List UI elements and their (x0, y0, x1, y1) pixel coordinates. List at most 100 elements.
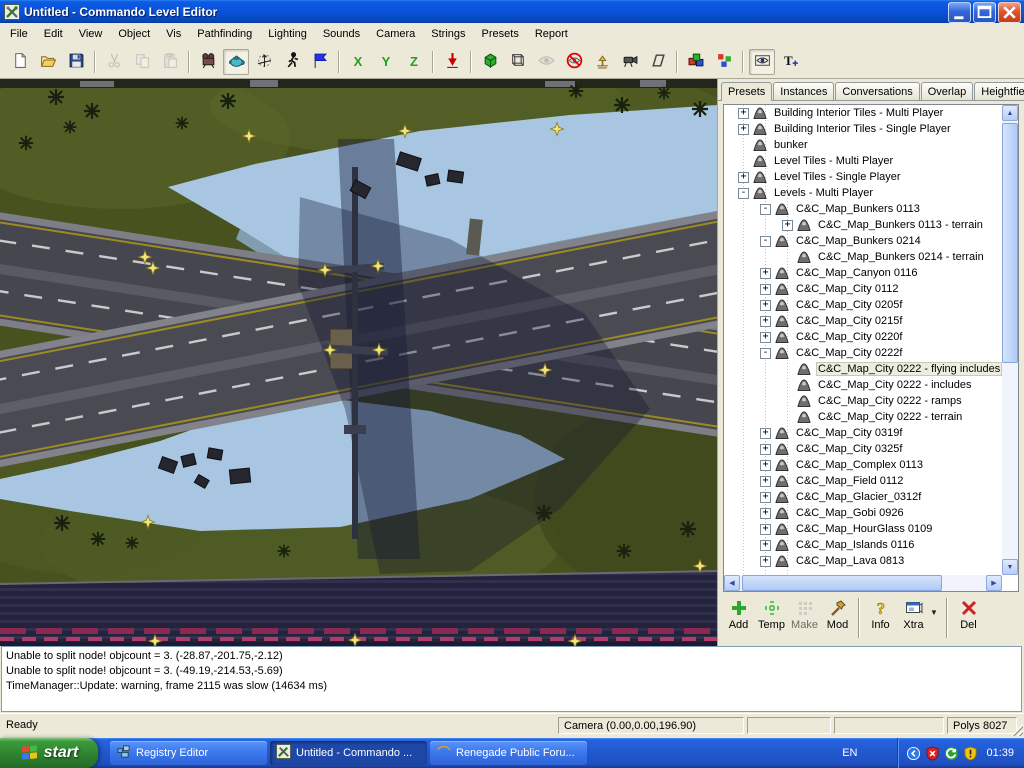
minimize-button[interactable] (948, 2, 971, 23)
raise-object-button[interactable] (589, 49, 615, 75)
tree-item[interactable]: -Levels - Multi Player (724, 185, 1002, 201)
tab-heightfield[interactable]: Heightfield (974, 82, 1024, 100)
visibility-box-button[interactable] (749, 49, 775, 75)
scroll-up-button[interactable]: ▲ (1002, 105, 1018, 121)
expander-minus[interactable]: - (738, 188, 749, 199)
expander-plus[interactable]: + (760, 268, 771, 279)
scroll-right-button[interactable]: ▶ (986, 575, 1002, 591)
expander-plus[interactable]: + (760, 524, 771, 535)
maximize-button[interactable] (973, 2, 996, 23)
menu-sounds[interactable]: Sounds (315, 24, 368, 44)
menu-report[interactable]: Report (527, 24, 576, 44)
tree-item[interactable]: Level Tiles - Multi Player (724, 153, 1002, 169)
security-alert-icon[interactable] (925, 746, 940, 761)
tree-item[interactable]: -C&C_Map_City 0222f (724, 345, 1002, 361)
scroll-left-button[interactable]: ◀ (724, 575, 740, 591)
tree-item[interactable]: +C&C_Map_Field 0112 (724, 473, 1002, 489)
tree-item[interactable]: +C&C_Map_City 0220f (724, 329, 1002, 345)
polygon-button[interactable] (645, 49, 671, 75)
xtra-button[interactable]: Xtra (897, 596, 930, 631)
temp-button[interactable]: Temp (755, 596, 788, 631)
hide-button[interactable] (561, 49, 587, 75)
xtra-dropdown-arrow[interactable]: ▼ (930, 596, 942, 617)
expander-plus[interactable]: + (760, 556, 771, 567)
tree-item[interactable]: +C&C_Map_City 0205f (724, 297, 1002, 313)
tree-item[interactable]: +Building Interior Tiles - Single Player (724, 121, 1002, 137)
text-tool-button[interactable]: T (777, 49, 803, 75)
menu-presets[interactable]: Presets (474, 24, 527, 44)
expander-plus[interactable]: + (782, 220, 793, 231)
menu-object[interactable]: Object (110, 24, 158, 44)
tree-item[interactable]: +C&C_Map_City 0325f (724, 441, 1002, 457)
tree-item[interactable]: +C&C_Map_Islands 0116 (724, 537, 1002, 553)
open-folder-button[interactable] (35, 49, 61, 75)
expander-minus[interactable]: - (760, 236, 771, 247)
mod-button[interactable]: Mod (821, 596, 854, 631)
tree-item[interactable]: +C&C_Map_City 0319f (724, 425, 1002, 441)
menu-edit[interactable]: Edit (36, 24, 71, 44)
close-button[interactable] (998, 2, 1021, 23)
title-bar[interactable]: Untitled - Commando Level Editor (0, 0, 1024, 23)
tab-overlap[interactable]: Overlap (921, 82, 974, 100)
tree-item[interactable]: +C&C_Map_Bunkers 0113 - terrain (724, 217, 1002, 233)
tree-item[interactable]: C&C_Map_City 0222 - terrain (724, 409, 1002, 425)
resize-grip[interactable] (1011, 724, 1023, 736)
scroll-thumb-vertical[interactable] (1002, 123, 1018, 363)
expander-plus[interactable]: + (760, 476, 771, 487)
expander-plus[interactable]: + (760, 540, 771, 551)
waypoint-flag-button[interactable] (307, 49, 333, 75)
save-button[interactable] (63, 49, 89, 75)
tree-item[interactable]: -C&C_Map_Bunkers 0113 (724, 201, 1002, 217)
expander-plus[interactable]: + (760, 284, 771, 295)
tree-item[interactable]: +C&C_Map_HourGlass 0109 (724, 521, 1002, 537)
tree-item[interactable]: -C&C_Map_Bunkers 0214 (724, 233, 1002, 249)
warning-shield-icon[interactable] (963, 746, 978, 761)
axis-gizmo-button[interactable] (251, 49, 277, 75)
taskbar-clock[interactable]: 01:39 (986, 747, 1014, 759)
tab-instances[interactable]: Instances (773, 82, 834, 100)
expander-minus[interactable]: - (760, 204, 771, 215)
language-indicator[interactable]: EN (842, 747, 857, 759)
tree-item[interactable]: C&C_Map_City 0222 - includes (724, 377, 1002, 393)
scroll-down-button[interactable]: ▼ (1002, 559, 1018, 575)
expander-plus[interactable]: + (760, 444, 771, 455)
tree-item[interactable]: +C&C_Map_Gobi 0926 (724, 505, 1002, 521)
tree-item[interactable]: C&C_Map_Bunkers 0214 - terrain (724, 249, 1002, 265)
start-button[interactable]: start (0, 738, 98, 768)
tab-conversations[interactable]: Conversations (835, 82, 919, 100)
rgb-cubes-button[interactable] (683, 49, 709, 75)
tree-item[interactable]: +C&C_Map_Complex 0113 (724, 457, 1002, 473)
camera-view-button[interactable] (617, 49, 643, 75)
wireframe-view-button[interactable] (505, 49, 531, 75)
tree-item[interactable]: bunker (724, 137, 1002, 153)
expander-plus[interactable]: + (738, 124, 749, 135)
tree-scrollbar-vertical[interactable]: ▲ ▼ (1002, 105, 1018, 575)
menu-vis[interactable]: Vis (158, 24, 189, 44)
del-button[interactable]: Del (952, 596, 985, 631)
expander-plus[interactable]: + (760, 300, 771, 311)
tab-presets[interactable]: Presets (721, 82, 772, 101)
menu-pathfinding[interactable]: Pathfinding (189, 24, 260, 44)
menu-strings[interactable]: Strings (423, 24, 473, 44)
menu-view[interactable]: View (71, 24, 111, 44)
add-button[interactable]: Add (722, 596, 755, 631)
expander-plus[interactable]: + (738, 108, 749, 119)
teapot-button[interactable] (223, 49, 249, 75)
axis-y-button[interactable]: Y (373, 49, 399, 75)
taskbar-button[interactable]: Untitled - Commando ... (270, 741, 427, 765)
expander-plus[interactable]: + (760, 316, 771, 327)
expander-plus[interactable]: + (760, 460, 771, 471)
tree-item[interactable]: C&C_Map_City 0222 - ramps (724, 393, 1002, 409)
tree-item[interactable]: +C&C_Map_Lava 0813 (724, 553, 1002, 569)
rgb-squares-button[interactable] (711, 49, 737, 75)
tree-item[interactable]: +C&C_Map_Glacier_0312f (724, 489, 1002, 505)
tree-item[interactable]: +C&C_Map_City 0112 (724, 281, 1002, 297)
drop-to-ground-button[interactable] (439, 49, 465, 75)
axis-z-button[interactable]: Z (401, 49, 427, 75)
menu-file[interactable]: File (2, 24, 36, 44)
tree-item[interactable]: +C&C_Map_Canyon 0116 (724, 265, 1002, 281)
expander-plus[interactable]: + (760, 508, 771, 519)
scroll-thumb-horizontal[interactable] (742, 575, 942, 591)
scene-camera-button[interactable] (195, 49, 221, 75)
tray-chevron-icon[interactable] (906, 746, 921, 761)
